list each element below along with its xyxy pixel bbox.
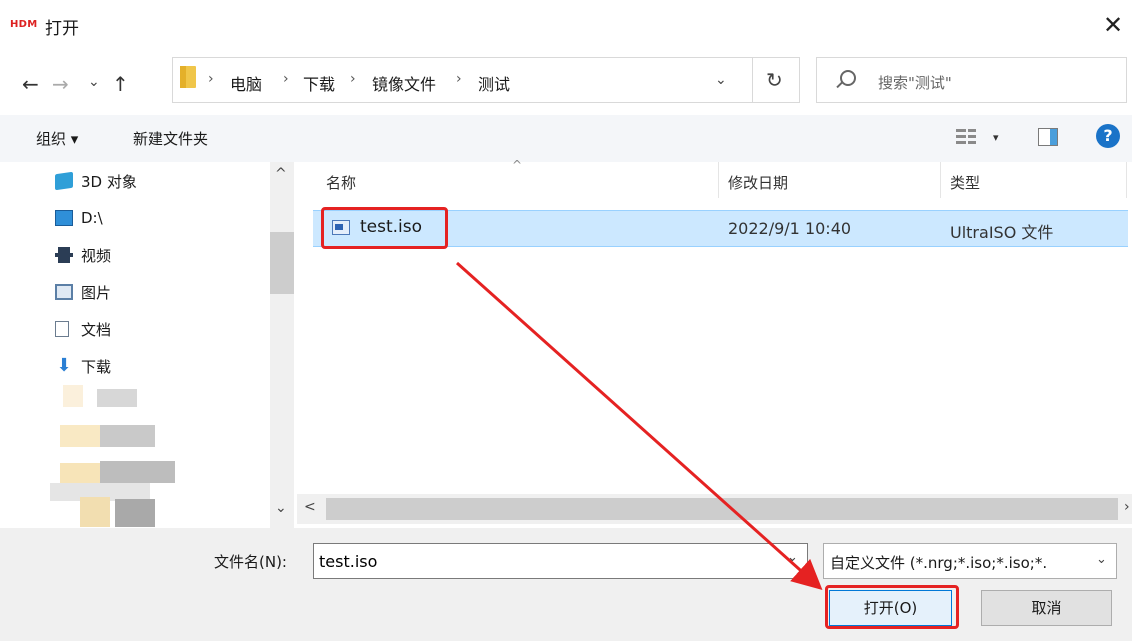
annotation-arrow-line [455, 261, 823, 591]
annotation-arrow [455, 261, 823, 591]
